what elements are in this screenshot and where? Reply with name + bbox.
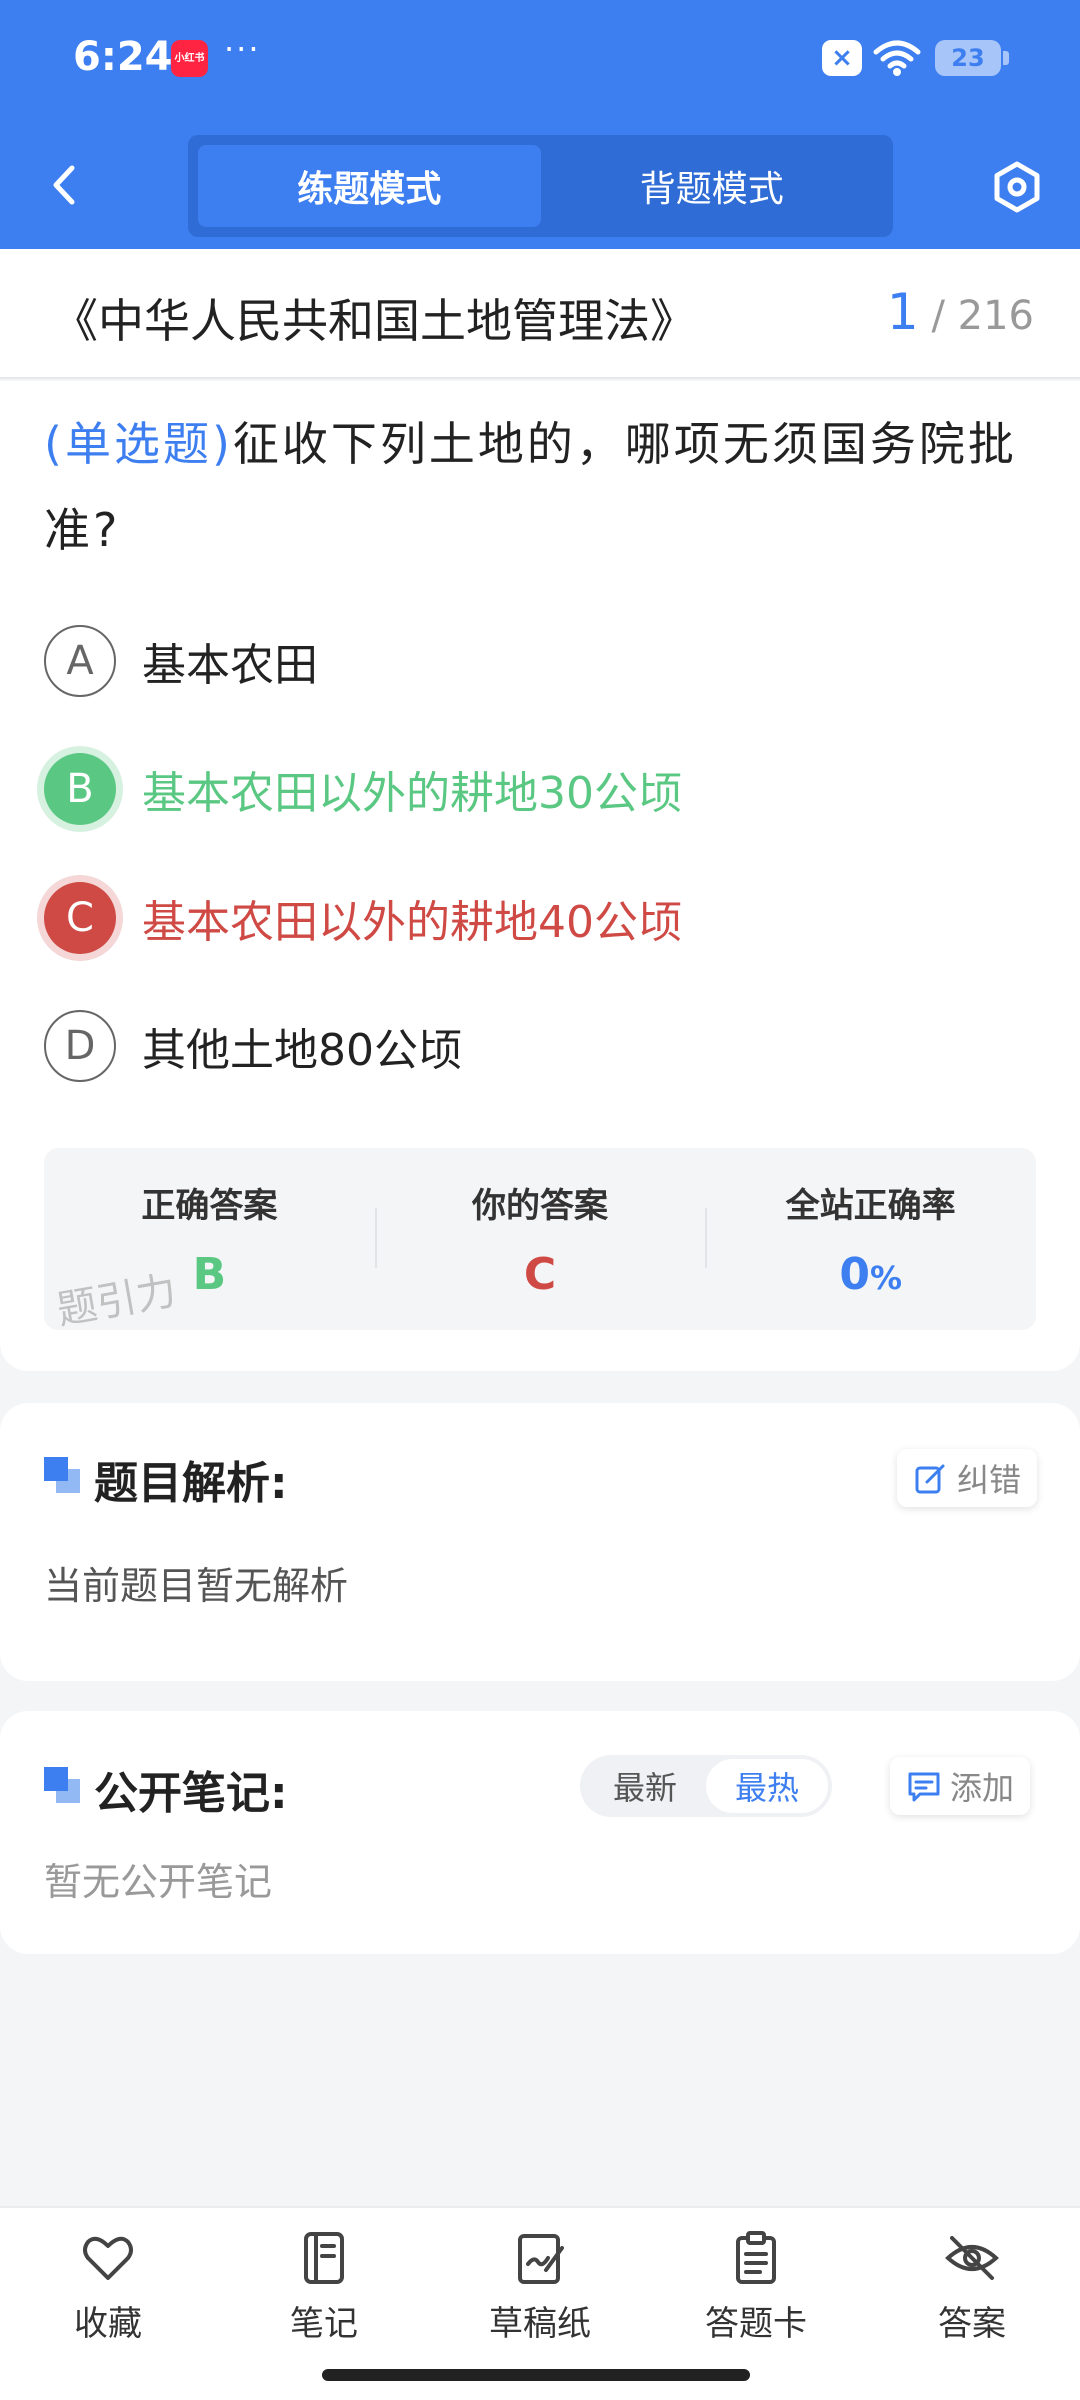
option-b[interactable]: B 基本农田以外的耕地30公顷 [44, 749, 682, 829]
tab-memorize-mode[interactable]: 背题模式 [541, 145, 884, 227]
app-notification-icon: 小红书 [171, 40, 208, 77]
analysis-title: 题目解析: [94, 1458, 288, 1509]
correct-answer-column: 正确答案 B 题引力 [44, 1148, 375, 1330]
comment-icon [908, 1772, 940, 1802]
section-marker-icon [44, 1457, 82, 1495]
your-answer-value: C [523, 1249, 557, 1300]
section-marker-icon [44, 1767, 82, 1805]
nav-notes[interactable]: 笔记 [244, 2230, 404, 2345]
nav-scratch-paper[interactable]: 草稿纸 [460, 2230, 620, 2345]
law-title-bar: 《中华人民共和国土地管理法》 1 / 216 [0, 249, 1080, 379]
nav-answer[interactable]: 答案 [892, 2230, 1052, 2345]
option-text: 其他土地80公顷 [142, 1025, 462, 1076]
accuracy-rate-label: 全站正确率 [785, 1186, 956, 1226]
eye-off-icon [945, 2236, 999, 2280]
option-text: 基本农田以外的耕地40公顷 [142, 897, 682, 948]
status-time: 6:24 [73, 34, 173, 80]
law-title: 《中华人民共和国土地管理法》 [52, 294, 696, 348]
scratch-paper-icon [518, 2234, 564, 2284]
your-answer-label: 你的答案 [472, 1186, 608, 1226]
nav-favorite-label: 收藏 [74, 2304, 142, 2344]
option-d[interactable]: D 其他土地80公顷 [44, 1006, 462, 1086]
current-question-number: 1 [886, 283, 919, 341]
heart-icon [83, 2236, 133, 2280]
question-progress: 1 / 216 [887, 283, 1034, 341]
nav-answer-label: 答案 [938, 2304, 1006, 2344]
question-card: (单选题)征收下列土地的，哪项无须国务院批准? A 基本农田 B 基本农田以外的… [0, 381, 1080, 1371]
notes-sort-toggle: 最新 最热 [580, 1755, 832, 1817]
report-error-label: 纠错 [957, 1461, 1022, 1499]
question-type: (单选题) [44, 417, 233, 471]
notes-title: 公开笔记: [94, 1768, 288, 1819]
top-header: 6:24 小红书 ··· × 23 练题模式 背题模式 [0, 0, 1080, 249]
wifi-icon [873, 40, 921, 76]
mode-switch: 练题模式 背题模式 [188, 135, 893, 237]
accuracy-rate-number: 0 [839, 1249, 870, 1300]
option-a[interactable]: A 基本农田 [44, 621, 318, 701]
sort-newest[interactable]: 最新 [584, 1759, 706, 1813]
your-answer-column: 你的答案 C [374, 1148, 706, 1330]
question-text: (单选题)征收下列土地的，哪项无须国务院批准? [44, 401, 1044, 573]
total-questions: / 216 [931, 293, 1034, 339]
notes-body: 暂无公开笔记 [44, 1860, 273, 1904]
analysis-card: 题目解析: 纠错 当前题目暂无解析 [0, 1403, 1080, 1681]
analysis-body: 当前题目暂无解析 [44, 1564, 349, 1608]
accuracy-rate-unit: % [869, 1259, 903, 1297]
option-text: 基本农田以外的耕地30公顷 [142, 768, 682, 819]
option-letter: D [44, 1010, 116, 1082]
accuracy-rate-value: 0% [705, 1249, 1036, 1300]
close-notification-icon: × [822, 40, 862, 76]
public-notes-card: 公开笔记: 最新 最热 添加 暂无公开笔记 [0, 1711, 1080, 1954]
home-indicator[interactable] [322, 2369, 750, 2381]
edit-icon [915, 1464, 945, 1494]
report-error-button[interactable]: 纠错 [897, 1449, 1038, 1507]
back-button[interactable] [40, 160, 90, 210]
nav-notes-label: 笔记 [290, 2304, 358, 2344]
settings-button[interactable] [990, 160, 1044, 214]
clipboard-icon [736, 2231, 776, 2284]
option-letter: A [44, 625, 116, 697]
nav-answer-sheet-label: 答题卡 [705, 2304, 807, 2344]
add-note-button[interactable]: 添加 [890, 1757, 1031, 1815]
sort-hottest[interactable]: 最热 [706, 1759, 828, 1813]
answer-summary: 正确答案 B 题引力 你的答案 C 全站正确率 0% [44, 1148, 1036, 1330]
add-note-label: 添加 [950, 1769, 1015, 1807]
option-letter: C [44, 882, 116, 954]
tab-practice-mode[interactable]: 练题模式 [198, 145, 541, 227]
nav-answer-sheet[interactable]: 答题卡 [676, 2230, 836, 2345]
option-text: 基本农田 [142, 640, 318, 691]
nav-favorite[interactable]: 收藏 [28, 2230, 188, 2345]
accuracy-rate-column: 全站正确率 0% [705, 1148, 1036, 1330]
nav-scratch-paper-label: 草稿纸 [489, 2304, 591, 2344]
correct-answer-label: 正确答案 [141, 1186, 278, 1226]
more-notifications-icon: ··· [224, 30, 261, 68]
option-letter: B [44, 753, 116, 825]
status-bar: 6:24 小红书 ··· × 23 [0, 0, 1080, 120]
option-c[interactable]: C 基本农田以外的耕地40公顷 [44, 878, 682, 958]
notebook-icon [304, 2232, 344, 2284]
battery-icon: 23 [935, 40, 1009, 76]
